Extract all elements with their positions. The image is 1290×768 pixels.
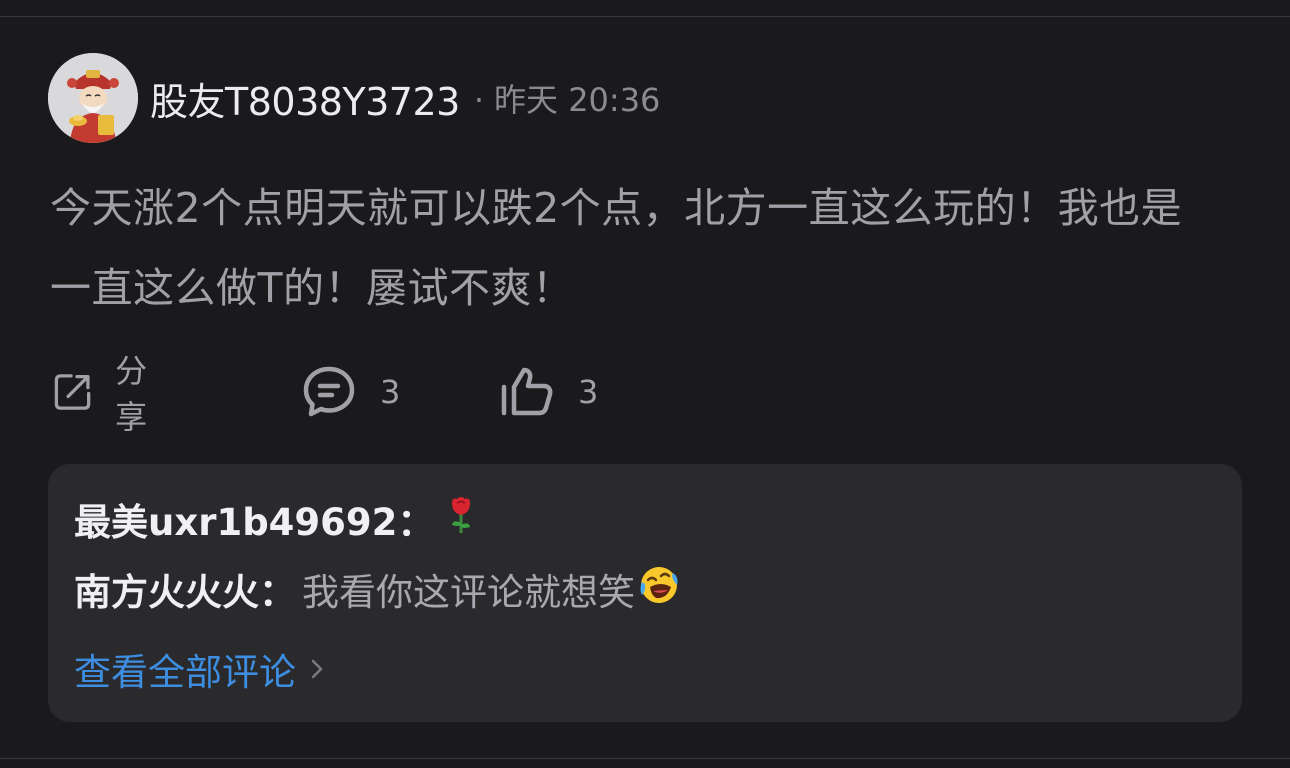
comment-text: 我看你这评论就想笑 [302, 571, 635, 614]
comment-button[interactable]: 3 [300, 362, 400, 422]
share-icon [54, 374, 91, 410]
like-count: 3 [578, 373, 599, 411]
comment-author[interactable]: 最美uxr1b49692： [74, 492, 434, 546]
separator-dot: · [473, 81, 485, 119]
like-button[interactable]: 3 [498, 362, 598, 422]
view-all-label: 查看全部评论 [74, 651, 296, 694]
thumbs-up-icon [501, 367, 553, 416]
chevron-right-icon [311, 659, 323, 679]
post-meta: · 昨天 20:36 [474, 75, 661, 121]
username[interactable]: 股友T8038Y3723 [150, 71, 460, 126]
post-time: 昨天 20:36 [494, 81, 661, 119]
comment-bubble-icon [303, 366, 355, 417]
avatar[interactable] [48, 53, 138, 143]
comment-preview[interactable]: 最美uxr1b49692： 南方火火火： 我看你这评论就想笑 查看全部评论 [48, 464, 1242, 722]
post-header: 股友T8038Y3723 · 昨天 20:36 [150, 75, 661, 124]
share-label: 分享 [115, 352, 148, 436]
laughing-tears-emoji [639, 565, 679, 614]
avatar-image [48, 53, 138, 143]
top-divider [0, 16, 1290, 17]
comment-author[interactable]: 南方火火火： [74, 562, 296, 616]
post-content: 今天涨2个点明天就可以跌2个点，北方一直这么玩的！我也是一直这么做T的！屡试不爽… [50, 184, 1183, 312]
comment-item[interactable]: 最美uxr1b49692： [74, 494, 474, 544]
bottom-divider [0, 758, 1290, 759]
comment-count: 3 [380, 373, 401, 411]
share-button[interactable]: 分享 [52, 352, 162, 436]
comment-item[interactable]: 南方火火火： 我看你这评论就想笑 [74, 564, 679, 614]
rose-emoji [448, 495, 474, 544]
view-all-comments-link[interactable]: 查看全部评论 [74, 644, 324, 694]
